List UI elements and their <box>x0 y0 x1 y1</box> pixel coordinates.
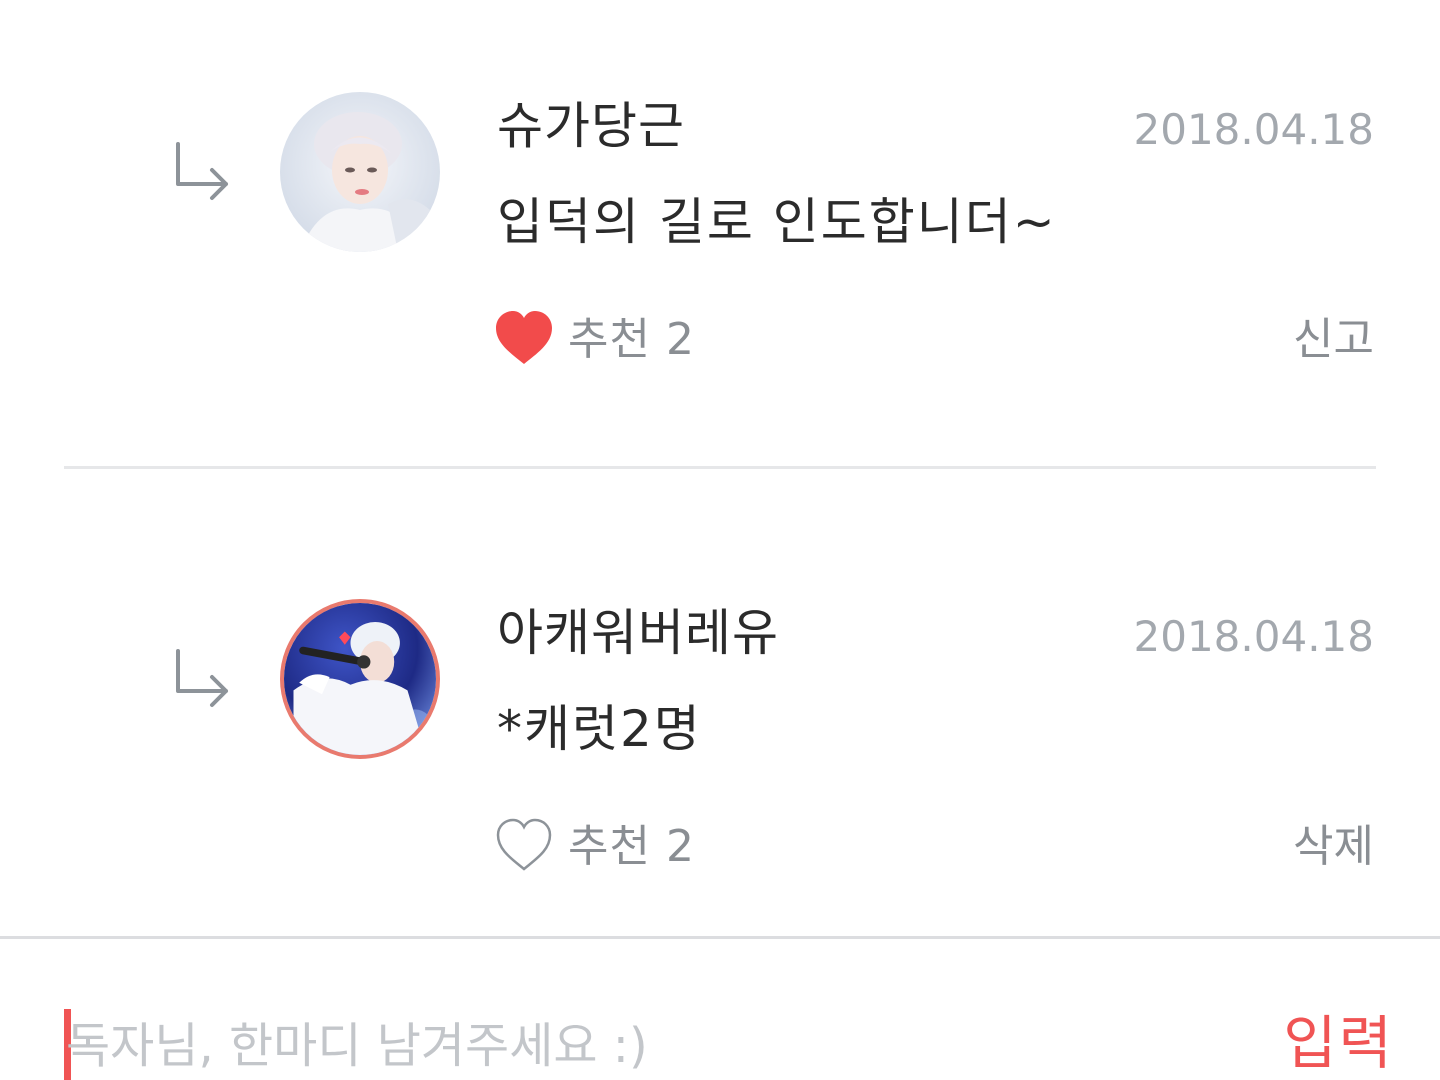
submit-button[interactable]: 입력 <box>1283 1005 1394 1080</box>
reply-arrow-icon <box>176 142 228 200</box>
avatar-image <box>280 92 440 252</box>
reply-arrow-icon <box>176 649 228 707</box>
delete-button[interactable]: 삭제 <box>1293 817 1374 877</box>
avatar[interactable] <box>280 599 440 759</box>
avatar-image <box>284 603 436 755</box>
comment-date: 2018.04.18 <box>1133 612 1374 661</box>
report-button[interactable]: 신고 <box>1293 310 1374 370</box>
reply-comment: 아캐워버레유 2018.04.18 *캐럿2명 추천 2 삭제 <box>0 469 1440 936</box>
reply-comment: 슈가당근 2018.04.18 입덕의 길로 인도합니더~ 추천 2 신고 <box>0 0 1440 466</box>
avatar[interactable] <box>280 92 440 252</box>
comment-date: 2018.04.18 <box>1133 105 1374 154</box>
comment-composer: 입력 <box>0 936 1440 1080</box>
comment-text: *캐럿2명 <box>497 700 702 758</box>
comment-input[interactable] <box>66 1011 1226 1080</box>
heart-filled-icon[interactable] <box>494 310 554 366</box>
comment-author[interactable]: 슈가당근 <box>497 96 685 156</box>
like-count[interactable]: 추천 2 <box>568 310 695 370</box>
heart-outline-icon[interactable] <box>494 817 554 873</box>
comment-thread-page: 슈가당근 2018.04.18 입덕의 길로 인도합니더~ 추천 2 신고 아캐… <box>0 0 1440 1080</box>
comment-author[interactable]: 아캐워버레유 <box>497 603 779 663</box>
like-count[interactable]: 추천 2 <box>568 817 695 877</box>
comment-text: 입덕의 길로 인도합니더~ <box>497 193 1057 251</box>
